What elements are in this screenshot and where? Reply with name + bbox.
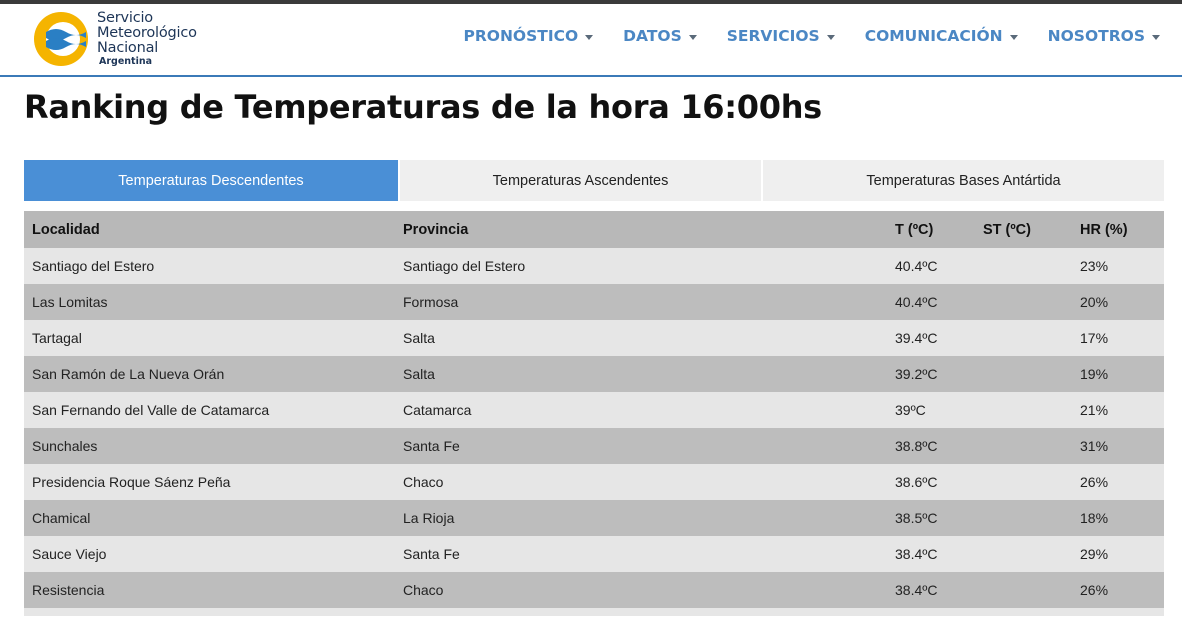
page-title: Ranking de Temperaturas de la hora 16:00… (24, 88, 822, 126)
nav-nosotros-label: NOSOTROS (1047, 27, 1145, 45)
tab-antartida[interactable]: Temperaturas Bases Antártida (763, 160, 1164, 201)
nav-nosotros[interactable]: NOSOTROS (1048, 27, 1160, 45)
cell-humedad: 21% (1080, 402, 1109, 418)
cell-provincia: Santa Fe (403, 438, 460, 454)
nav-datos-label: DATOS (623, 27, 682, 45)
cell-humedad: 31% (1080, 438, 1109, 454)
cell-localidad: Sauce Viejo (32, 546, 107, 562)
header-provincia[interactable]: Provincia (395, 222, 887, 238)
caret-down-icon (826, 34, 835, 40)
cell-humedad: 20% (1080, 294, 1109, 310)
caret-down-icon (1152, 34, 1160, 40)
caret-down-icon (1009, 34, 1018, 40)
cell-temperatura: 39ºC (895, 402, 926, 418)
cell-temperatura: 39.4ºC (895, 330, 938, 346)
table-row: Sauce Viejo Santa Fe 38.4ºC 29% (24, 536, 1164, 572)
tab-descendentes[interactable]: Temperaturas Descendentes (24, 160, 400, 201)
site-header: Servicio Meteorológico Nacional Argentin… (0, 4, 1182, 76)
table-row: San Ramón de La Nueva Orán Salta 39.2ºC … (24, 356, 1164, 392)
cell-temperatura: 38.5ºC (895, 510, 938, 526)
cell-provincia: Santiago del Estero (403, 258, 526, 274)
table-header-row: Localidad Provincia T (ºC) ST (ºC) HR (%… (24, 211, 1164, 248)
nav-servicios-label: SERVICIOS (726, 27, 820, 45)
table-row: Las Lomitas Formosa 40.4ºC 20% (24, 284, 1164, 320)
logo-line-2: Meteorológico (97, 25, 197, 41)
cell-provincia: Catamarca (403, 402, 472, 418)
site-logo[interactable]: Servicio Meteorológico Nacional Argentin… (32, 8, 222, 68)
logo-line-1: Servicio (97, 10, 153, 26)
header-divider (0, 75, 1182, 77)
nav-servicios[interactable]: SERVICIOS (727, 27, 835, 45)
cell-provincia: Santa Fe (403, 546, 460, 562)
cell-localidad: Las Lomitas (32, 294, 108, 310)
cell-localidad: San Fernando del Valle de Catamarca (32, 402, 270, 418)
header-localidad[interactable]: Localidad (24, 222, 395, 238)
cell-provincia: Salta (403, 330, 435, 346)
cell-localidad: Tartagal (32, 330, 82, 346)
ranking-table: Localidad Provincia T (ºC) ST (ºC) HR (%… (24, 211, 1164, 616)
nav-comunicacion[interactable]: COMUNICACIÓN (865, 27, 1018, 45)
cell-temperatura: 38.8ºC (895, 438, 938, 454)
tab-ascendentes[interactable]: Temperaturas Ascendentes (400, 160, 763, 201)
cell-humedad: 17% (1080, 330, 1109, 346)
table-row: San Fernando del Valle de Catamarca Cata… (24, 392, 1164, 428)
nav-pronostico-label: PRONÓSTICO (463, 27, 579, 45)
cell-localidad: Presidencia Roque Sáenz Peña (32, 474, 231, 490)
cell-temperatura: 39.2ºC (895, 366, 938, 382)
cell-provincia: La Rioja (403, 510, 455, 526)
smn-logo-icon (34, 12, 88, 66)
cell-humedad: 26% (1080, 474, 1109, 490)
cell-humedad: 26% (1080, 582, 1109, 598)
cell-temperatura: 38.6ºC (895, 474, 938, 490)
cell-temperatura: 40.4ºC (895, 294, 938, 310)
table-row: Santiago del Estero Santiago del Estero … (24, 248, 1164, 284)
cell-provincia: Formosa (403, 294, 459, 310)
main-nav: PRONÓSTICO DATOS SERVICIOS COMUNICACIÓN … (433, 27, 1160, 45)
nav-comunicacion-label: COMUNICACIÓN (864, 27, 1003, 45)
table-row: Chamical La Rioja 38.5ºC 18% (24, 500, 1164, 536)
cell-humedad: 18% (1080, 510, 1109, 526)
cell-temperatura: 38.4ºC (895, 582, 938, 598)
caret-down-icon (585, 34, 594, 40)
cell-provincia: Chaco (403, 582, 444, 598)
cell-localidad: Sunchales (32, 438, 98, 454)
table-row-partial (24, 608, 1164, 616)
cell-localidad: Santiago del Estero (32, 258, 155, 274)
header-humedad[interactable]: HR (%) (1072, 222, 1164, 238)
logo-line-3: Nacional (97, 40, 159, 56)
caret-down-icon (688, 34, 697, 40)
cell-localidad: San Ramón de La Nueva Orán (32, 366, 225, 382)
cell-humedad: 29% (1080, 546, 1109, 562)
table-row: Presidencia Roque Sáenz Peña Chaco 38.6º… (24, 464, 1164, 500)
cell-temperatura: 38.4ºC (895, 546, 938, 562)
cell-temperatura: 40.4ºC (895, 258, 938, 274)
nav-pronostico[interactable]: PRONÓSTICO (463, 27, 594, 45)
header-temperatura[interactable]: T (ºC) (887, 222, 975, 238)
cell-humedad: 23% (1080, 258, 1109, 274)
cell-localidad: Chamical (32, 510, 91, 526)
table-row: Sunchales Santa Fe 38.8ºC 31% (24, 428, 1164, 464)
cell-localidad: Resistencia (32, 582, 105, 598)
table-row: Resistencia Chaco 38.4ºC 26% (24, 572, 1164, 608)
cell-humedad: 19% (1080, 366, 1109, 382)
table-row: Tartagal Salta 39.4ºC 17% (24, 320, 1164, 356)
logo-subtitle: Argentina (99, 56, 153, 67)
header-sensacion-termica[interactable]: ST (ºC) (975, 222, 1072, 238)
nav-datos[interactable]: DATOS (623, 27, 697, 45)
cell-provincia: Chaco (403, 474, 444, 490)
cell-provincia: Salta (403, 366, 435, 382)
ranking-tabs: Temperaturas Descendentes Temperaturas A… (24, 160, 1164, 201)
